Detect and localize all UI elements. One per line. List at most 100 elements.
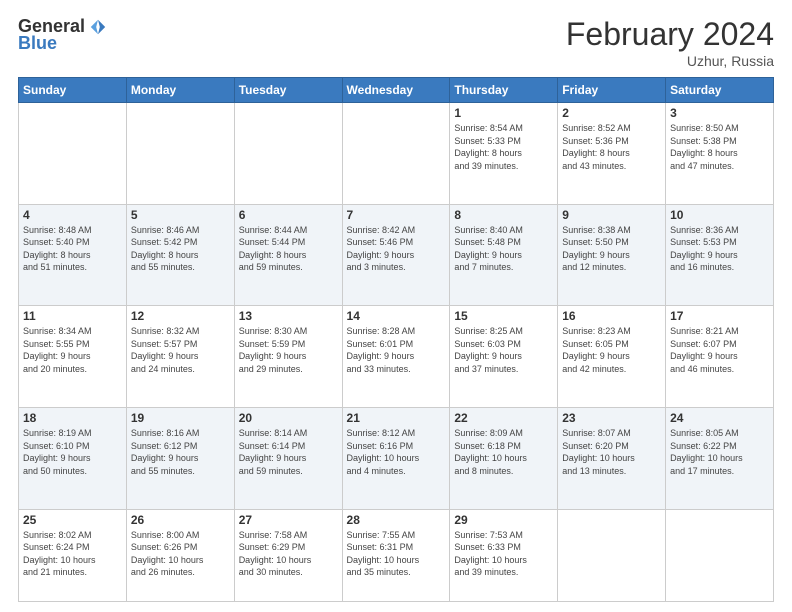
calendar-cell: 23 Sunrise: 8:07 AM Sunset: 6:20 PM Dayli…	[558, 407, 666, 509]
page: General Blue February 2024 Uzhur, Russia…	[0, 0, 792, 612]
calendar-cell: 28Sunrise: 7:55 AM Sunset: 6:31 PM Dayli…	[342, 509, 450, 601]
calendar-cell: 21 Sunrise: 8:12 AM Sunset: 6:16 PM Dayli…	[342, 407, 450, 509]
title-location: Uzhur, Russia	[566, 53, 774, 69]
day-info: Sunrise: 7:55 AM Sunset: 6:31 PM Dayligh…	[347, 529, 446, 579]
day-info: Sunrise: 8:14 AM Sunset: 6:14 PM Dayligh…	[239, 427, 338, 477]
calendar-cell: 2 Sunrise: 8:52 AM Sunset: 5:36 PM Daylig…	[558, 103, 666, 205]
calendar-cell: 19 Sunrise: 8:16 AM Sunset: 6:12 PM Dayli…	[126, 407, 234, 509]
day-info: Sunrise: 8:34 AM Sunset: 5:55 PM Dayligh…	[23, 325, 122, 375]
day-info: Sunrise: 8:50 AM Sunset: 5:38 PM Dayligh…	[670, 122, 769, 172]
calendar-cell	[19, 103, 127, 205]
logo-blue-text: Blue	[18, 33, 57, 54]
calendar-cell: 15 Sunrise: 8:25 AM Sunset: 6:03 PM Dayli…	[450, 306, 558, 408]
day-number: 23	[562, 411, 661, 425]
calendar-header-row: SundayMondayTuesdayWednesdayThursdayFrid…	[19, 78, 774, 103]
calendar-header-saturday: Saturday	[666, 78, 774, 103]
calendar-cell: 1 Sunrise: 8:54 AM Sunset: 5:33 PM Daylig…	[450, 103, 558, 205]
day-info: Sunrise: 8:30 AM Sunset: 5:59 PM Dayligh…	[239, 325, 338, 375]
day-number: 22	[454, 411, 553, 425]
logo: General Blue	[18, 16, 107, 54]
day-number: 14	[347, 309, 446, 323]
calendar-header-thursday: Thursday	[450, 78, 558, 103]
calendar-cell: 7Sunrise: 8:42 AM Sunset: 5:46 PM Daylig…	[342, 204, 450, 306]
day-info: Sunrise: 8:23 AM Sunset: 6:05 PM Dayligh…	[562, 325, 661, 375]
logo-icon	[89, 18, 107, 36]
calendar-week-row: 25Sunrise: 8:02 AM Sunset: 6:24 PM Dayli…	[19, 509, 774, 601]
calendar-cell: 4 Sunrise: 8:48 AM Sunset: 5:40 PM Daylig…	[19, 204, 127, 306]
day-info: Sunrise: 8:42 AM Sunset: 5:46 PM Dayligh…	[347, 224, 446, 274]
day-number: 6	[239, 208, 338, 222]
calendar-week-row: 4 Sunrise: 8:48 AM Sunset: 5:40 PM Daylig…	[19, 204, 774, 306]
day-info: Sunrise: 8:09 AM Sunset: 6:18 PM Dayligh…	[454, 427, 553, 477]
calendar-week-row: 1 Sunrise: 8:54 AM Sunset: 5:33 PM Daylig…	[19, 103, 774, 205]
calendar-cell	[342, 103, 450, 205]
day-number: 12	[131, 309, 230, 323]
title-month: February 2024	[566, 16, 774, 53]
calendar-cell: 12 Sunrise: 8:32 AM Sunset: 5:57 PM Dayli…	[126, 306, 234, 408]
day-info: Sunrise: 8:54 AM Sunset: 5:33 PM Dayligh…	[454, 122, 553, 172]
calendar-cell: 18 Sunrise: 8:19 AM Sunset: 6:10 PM Dayli…	[19, 407, 127, 509]
title-block: February 2024 Uzhur, Russia	[566, 16, 774, 69]
day-number: 27	[239, 513, 338, 527]
calendar-cell: 27Sunrise: 7:58 AM Sunset: 6:29 PM Dayli…	[234, 509, 342, 601]
day-number: 15	[454, 309, 553, 323]
calendar-header-friday: Friday	[558, 78, 666, 103]
calendar-cell: 14 Sunrise: 8:28 AM Sunset: 6:01 PM Dayli…	[342, 306, 450, 408]
day-number: 5	[131, 208, 230, 222]
day-info: Sunrise: 8:52 AM Sunset: 5:36 PM Dayligh…	[562, 122, 661, 172]
day-info: Sunrise: 8:21 AM Sunset: 6:07 PM Dayligh…	[670, 325, 769, 375]
day-number: 8	[454, 208, 553, 222]
calendar-cell: 13Sunrise: 8:30 AM Sunset: 5:59 PM Dayli…	[234, 306, 342, 408]
day-number: 20	[239, 411, 338, 425]
day-number: 9	[562, 208, 661, 222]
day-info: Sunrise: 8:38 AM Sunset: 5:50 PM Dayligh…	[562, 224, 661, 274]
calendar-cell: 3Sunrise: 8:50 AM Sunset: 5:38 PM Daylig…	[666, 103, 774, 205]
calendar-cell	[558, 509, 666, 601]
day-info: Sunrise: 7:53 AM Sunset: 6:33 PM Dayligh…	[454, 529, 553, 579]
day-number: 2	[562, 106, 661, 120]
day-info: Sunrise: 8:36 AM Sunset: 5:53 PM Dayligh…	[670, 224, 769, 274]
calendar-cell	[666, 509, 774, 601]
day-number: 10	[670, 208, 769, 222]
day-number: 26	[131, 513, 230, 527]
calendar-cell: 17 Sunrise: 8:21 AM Sunset: 6:07 PM Dayli…	[666, 306, 774, 408]
day-info: Sunrise: 8:40 AM Sunset: 5:48 PM Dayligh…	[454, 224, 553, 274]
day-info: Sunrise: 8:07 AM Sunset: 6:20 PM Dayligh…	[562, 427, 661, 477]
day-number: 19	[131, 411, 230, 425]
day-number: 29	[454, 513, 553, 527]
calendar-header-monday: Monday	[126, 78, 234, 103]
day-number: 11	[23, 309, 122, 323]
calendar-cell: 24Sunrise: 8:05 AM Sunset: 6:22 PM Dayli…	[666, 407, 774, 509]
calendar-cell: 6Sunrise: 8:44 AM Sunset: 5:44 PM Daylig…	[234, 204, 342, 306]
calendar-cell: 26Sunrise: 8:00 AM Sunset: 6:26 PM Dayli…	[126, 509, 234, 601]
calendar-cell: 16 Sunrise: 8:23 AM Sunset: 6:05 PM Dayli…	[558, 306, 666, 408]
day-number: 4	[23, 208, 122, 222]
calendar-header-sunday: Sunday	[19, 78, 127, 103]
calendar-header-tuesday: Tuesday	[234, 78, 342, 103]
day-number: 18	[23, 411, 122, 425]
day-number: 16	[562, 309, 661, 323]
calendar-cell: 5Sunrise: 8:46 AM Sunset: 5:42 PM Daylig…	[126, 204, 234, 306]
day-number: 21	[347, 411, 446, 425]
day-info: Sunrise: 8:25 AM Sunset: 6:03 PM Dayligh…	[454, 325, 553, 375]
calendar-cell: 20 Sunrise: 8:14 AM Sunset: 6:14 PM Dayli…	[234, 407, 342, 509]
calendar-cell: 9 Sunrise: 8:38 AM Sunset: 5:50 PM Daylig…	[558, 204, 666, 306]
calendar-cell: 25Sunrise: 8:02 AM Sunset: 6:24 PM Dayli…	[19, 509, 127, 601]
header: General Blue February 2024 Uzhur, Russia	[18, 16, 774, 69]
day-info: Sunrise: 8:16 AM Sunset: 6:12 PM Dayligh…	[131, 427, 230, 477]
calendar-cell: 8 Sunrise: 8:40 AM Sunset: 5:48 PM Daylig…	[450, 204, 558, 306]
day-number: 17	[670, 309, 769, 323]
day-number: 25	[23, 513, 122, 527]
calendar-header-wednesday: Wednesday	[342, 78, 450, 103]
calendar-cell: 29 Sunrise: 7:53 AM Sunset: 6:33 PM Dayli…	[450, 509, 558, 601]
day-info: Sunrise: 8:32 AM Sunset: 5:57 PM Dayligh…	[131, 325, 230, 375]
day-number: 24	[670, 411, 769, 425]
day-info: Sunrise: 8:48 AM Sunset: 5:40 PM Dayligh…	[23, 224, 122, 274]
day-info: Sunrise: 8:28 AM Sunset: 6:01 PM Dayligh…	[347, 325, 446, 375]
day-number: 1	[454, 106, 553, 120]
calendar-cell: 11 Sunrise: 8:34 AM Sunset: 5:55 PM Dayli…	[19, 306, 127, 408]
day-info: Sunrise: 8:12 AM Sunset: 6:16 PM Dayligh…	[347, 427, 446, 477]
day-info: Sunrise: 8:19 AM Sunset: 6:10 PM Dayligh…	[23, 427, 122, 477]
calendar-cell: 22 Sunrise: 8:09 AM Sunset: 6:18 PM Dayli…	[450, 407, 558, 509]
calendar-cell	[126, 103, 234, 205]
